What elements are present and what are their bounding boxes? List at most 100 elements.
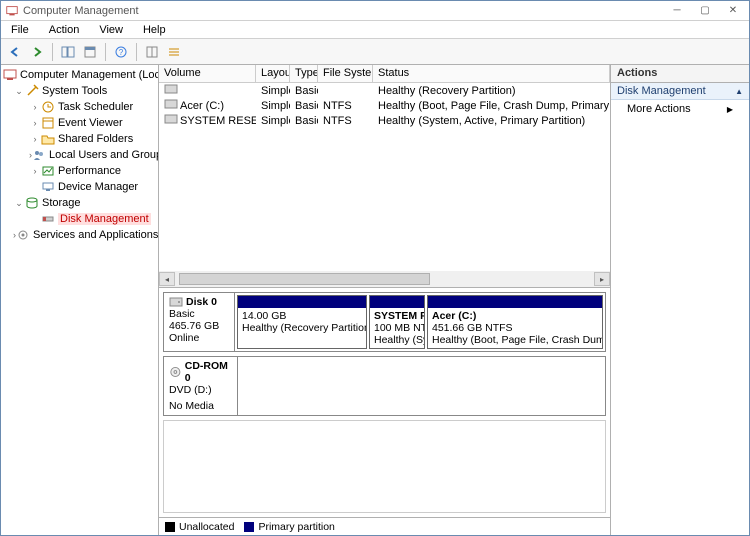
- legend-primary: Primary partition: [244, 521, 334, 533]
- expander-icon[interactable]: ›: [29, 166, 41, 176]
- disk-icon: [169, 296, 183, 308]
- tree-shared-folders[interactable]: ›Shared Folders: [27, 131, 158, 147]
- horizontal-scrollbar[interactable]: ◂ ▸: [159, 271, 610, 287]
- cdrom-row[interactable]: CD-ROM 0 DVD (D:) No Media: [163, 356, 606, 416]
- volume-list: Volume Layout Type File System Status Si…: [159, 65, 610, 287]
- tree-local-users[interactable]: ›Local Users and Groups: [27, 147, 158, 163]
- folder-share-icon: [41, 132, 55, 146]
- tree-disk-management[interactable]: Disk Management: [27, 211, 158, 227]
- disk-size: 465.76 GB: [169, 320, 229, 332]
- perf-icon: [41, 164, 55, 178]
- tree-event-viewer[interactable]: ›Event Viewer: [27, 115, 158, 131]
- expander-icon[interactable]: ⌄: [13, 198, 25, 209]
- volume-row[interactable]: SimpleBasicHealthy (Recovery Partition): [159, 83, 610, 98]
- toolbar-separator: [136, 43, 137, 61]
- col-status: Status: [373, 65, 610, 83]
- expander-icon[interactable]: ⌄: [13, 86, 25, 97]
- partition-band: [238, 296, 366, 308]
- minimize-button[interactable]: ─: [663, 2, 691, 20]
- volume-rows[interactable]: SimpleBasicHealthy (Recovery Partition)A…: [159, 83, 610, 271]
- col-filesystem: File System: [318, 65, 373, 83]
- tool-properties-button[interactable]: [80, 42, 100, 62]
- tree-performance[interactable]: ›Performance: [27, 163, 158, 179]
- partition-band: [370, 296, 424, 308]
- chevron-right-icon: ▶: [727, 105, 733, 114]
- graphical-view: Disk 0 Basic 465.76 GB Online 14.00 GBHe…: [159, 287, 610, 517]
- body: Computer Management (Local) ⌄ System Too…: [1, 65, 749, 535]
- volume-row[interactable]: Acer (C:)SimpleBasicNTFSHealthy (Boot, P…: [159, 98, 610, 113]
- tool-settings-button[interactable]: [142, 42, 162, 62]
- scroll-thumb[interactable]: [179, 273, 430, 285]
- actions-pane: Actions Disk Management ▲ More Actions ▶: [611, 65, 749, 535]
- tools-icon: [25, 84, 39, 98]
- tree-root[interactable]: Computer Management (Local): [1, 67, 158, 83]
- toolbar: ?: [1, 39, 749, 65]
- scroll-track[interactable]: [175, 272, 594, 286]
- cdrom-header: CD-ROM 0 DVD (D:) No Media: [164, 357, 238, 415]
- volume-list-header[interactable]: Volume Layout Type File System Status: [159, 65, 610, 83]
- tree-services[interactable]: › Services and Applications: [11, 227, 158, 243]
- svg-text:?: ?: [119, 48, 124, 57]
- title-bar: Computer Management ─ ▢ ✕: [1, 1, 749, 21]
- maximize-button[interactable]: ▢: [691, 2, 719, 20]
- col-layout: Layout: [256, 65, 290, 83]
- volume-row[interactable]: SYSTEM RESERVEDSimpleBasicNTFSHealthy (S…: [159, 113, 610, 128]
- disk-mgmt-icon: [41, 212, 55, 226]
- actions-header: Actions: [611, 65, 749, 83]
- disk-type: Basic: [169, 308, 229, 320]
- services-icon: [16, 228, 30, 242]
- book-icon: [41, 116, 55, 130]
- disk-0-row[interactable]: Disk 0 Basic 465.76 GB Online 14.00 GBHe…: [163, 292, 606, 352]
- computer-icon: [3, 68, 17, 82]
- app-icon: [5, 4, 19, 18]
- cd-icon: [169, 366, 182, 378]
- cdrom-partitions: [238, 357, 605, 415]
- collapse-icon: ▲: [735, 87, 743, 96]
- actions-section-disk-management[interactable]: Disk Management ▲: [611, 83, 749, 100]
- menu-view[interactable]: View: [95, 23, 127, 37]
- expander-icon[interactable]: ›: [29, 118, 41, 128]
- clock-icon: [41, 100, 55, 114]
- cdrom-sub: DVD (D:): [169, 384, 232, 396]
- legend: Unallocated Primary partition: [159, 517, 610, 535]
- menu-action[interactable]: Action: [45, 23, 84, 37]
- partition[interactable]: Acer (C:)451.66 GB NTFSHealthy (Boot, Pa…: [427, 295, 603, 349]
- disk-0-header: Disk 0 Basic 465.76 GB Online: [164, 293, 235, 351]
- tree-device-manager[interactable]: Device Manager: [27, 179, 158, 195]
- users-icon: [32, 148, 46, 162]
- tree-storage[interactable]: ⌄ Storage: [11, 195, 158, 211]
- menu-help[interactable]: Help: [139, 23, 170, 37]
- volume-icon: [164, 99, 178, 109]
- expander-icon[interactable]: ›: [29, 102, 41, 112]
- partition[interactable]: SYSTEM RES100 MB NTFSHealthy (Sys: [369, 295, 425, 349]
- scroll-right-icon[interactable]: ▸: [594, 272, 610, 286]
- actions-more-actions[interactable]: More Actions ▶: [611, 100, 749, 118]
- volume-icon: [164, 114, 178, 124]
- tool-list-button[interactable]: [164, 42, 184, 62]
- graphical-view-empty: [163, 420, 606, 513]
- storage-icon: [25, 196, 39, 210]
- disk-0-partitions: 14.00 GBHealthy (Recovery Partition)SYST…: [235, 293, 605, 351]
- tool-show-tree-button[interactable]: [58, 42, 78, 62]
- tool-help-button[interactable]: ?: [111, 42, 131, 62]
- menu-bar: File Action View Help: [1, 21, 749, 39]
- partition[interactable]: 14.00 GBHealthy (Recovery Partition): [237, 295, 367, 349]
- tree-pane: Computer Management (Local) ⌄ System Too…: [1, 65, 159, 535]
- disk-name: Disk 0: [186, 296, 217, 308]
- forward-button[interactable]: [27, 42, 47, 62]
- col-type: Type: [290, 65, 318, 83]
- tree-task-scheduler[interactable]: ›Task Scheduler: [27, 99, 158, 115]
- center-pane: Volume Layout Type File System Status Si…: [159, 65, 611, 535]
- volume-icon: [164, 84, 178, 94]
- window-title: Computer Management: [23, 5, 663, 17]
- col-volume: Volume: [159, 65, 256, 83]
- scroll-left-icon[interactable]: ◂: [159, 272, 175, 286]
- cdrom-state: No Media: [169, 400, 232, 412]
- expander-icon[interactable]: ›: [29, 134, 41, 144]
- menu-file[interactable]: File: [7, 23, 33, 37]
- partition-band: [428, 296, 602, 308]
- toolbar-separator: [105, 43, 106, 61]
- back-button[interactable]: [5, 42, 25, 62]
- close-button[interactable]: ✕: [719, 2, 747, 20]
- tree-system-tools[interactable]: ⌄ System Tools: [11, 83, 158, 99]
